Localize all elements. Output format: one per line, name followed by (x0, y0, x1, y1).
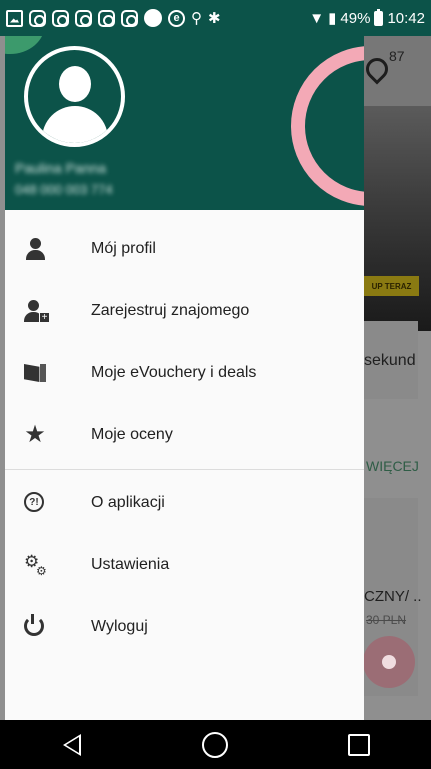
user-phone: 048 000 003 774 (15, 182, 113, 197)
battery-icon (374, 8, 384, 26)
menu-item-label: Moje oceny (91, 426, 173, 443)
background-photo (364, 106, 431, 331)
product-title: CZNY/ .. (364, 588, 422, 605)
usb-icon: ⚲ (191, 9, 202, 27)
notification-icons: e ⚲ ✱ (6, 9, 221, 27)
instagram-icon (52, 9, 69, 27)
clock: 10:42 (387, 9, 425, 27)
e-icon: e (168, 9, 185, 27)
battery-percent: 49% (340, 9, 371, 27)
person-icon (382, 655, 396, 669)
navigation-drawer: Paulina Panna 048 000 003 774 Mój profil… (5, 36, 364, 720)
debug-icon: ✱ (208, 9, 221, 27)
home-icon (202, 731, 229, 758)
menu-item-settings[interactable]: ⚙ ⚙ Ustawienia (5, 534, 364, 596)
avatar-body (42, 106, 108, 143)
fab-button[interactable] (363, 636, 415, 688)
star-icon: ★ (24, 421, 46, 448)
menu-item-register-friend[interactable]: + Zarejestruj znajomego (5, 280, 364, 342)
menu-item-label: O aplikacji (91, 494, 165, 511)
user-name: Paulina Panna (15, 160, 107, 176)
home-button[interactable] (195, 725, 235, 765)
location-count: 87 (389, 48, 405, 64)
wifi-icon: ▼ (309, 9, 325, 27)
power-icon (24, 614, 46, 638)
signal-icon: ▮ (328, 9, 337, 27)
voucher-icon (24, 362, 46, 384)
drawer-header: Paulina Panna 048 000 003 774 (5, 36, 364, 210)
avatar-head (59, 66, 91, 102)
add-person-icon: + (24, 300, 50, 323)
recents-icon (348, 733, 371, 756)
drawer-menu: Mój profil + Zarejestruj znajomego Moje … (5, 218, 364, 658)
decorative-arc (5, 36, 45, 54)
menu-item-ratings[interactable]: ★ Moje oceny (5, 404, 364, 466)
instagram-icon (29, 9, 46, 27)
menu-item-profile[interactable]: Mój profil (5, 218, 364, 280)
menu-item-about[interactable]: ?! O aplikacji (5, 472, 364, 534)
person-icon (24, 238, 46, 260)
background-card-text: sekund (364, 352, 416, 369)
avatar[interactable] (24, 46, 125, 147)
more-link[interactable]: WIĘCEJ (366, 458, 419, 474)
menu-item-label: Moje eVouchery i deals (91, 364, 257, 381)
recents-button[interactable] (339, 725, 379, 765)
messenger-icon (144, 9, 162, 27)
back-icon (62, 733, 81, 756)
menu-divider (5, 469, 364, 470)
menu-item-logout[interactable]: Wyloguj (5, 596, 364, 658)
about-icon: ?! (24, 492, 46, 514)
menu-item-label: Wyloguj (91, 618, 148, 635)
menu-item-label: Mój profil (91, 240, 156, 257)
product-price: 30 PLN (366, 613, 407, 627)
instagram-icon (121, 9, 138, 27)
image-icon (6, 9, 23, 27)
menu-item-label: Zarejestruj znajomego (91, 302, 250, 319)
promo-badge: UP TERAZ (364, 276, 419, 296)
settings-icon: ⚙ ⚙ (24, 552, 47, 578)
decorative-ring (291, 46, 364, 206)
instagram-icon (75, 9, 92, 27)
instagram-icon (98, 9, 115, 27)
back-button[interactable] (52, 725, 92, 765)
status-bar: e ⚲ ✱ ▼ ▮ 49% 10:42 (0, 0, 431, 36)
menu-item-label: Ustawienia (91, 556, 170, 573)
system-nav-bar (0, 720, 431, 769)
menu-item-vouchers[interactable]: Moje eVouchery i deals (5, 342, 364, 404)
status-right: ▼ ▮ 49% 10:42 (309, 8, 425, 27)
